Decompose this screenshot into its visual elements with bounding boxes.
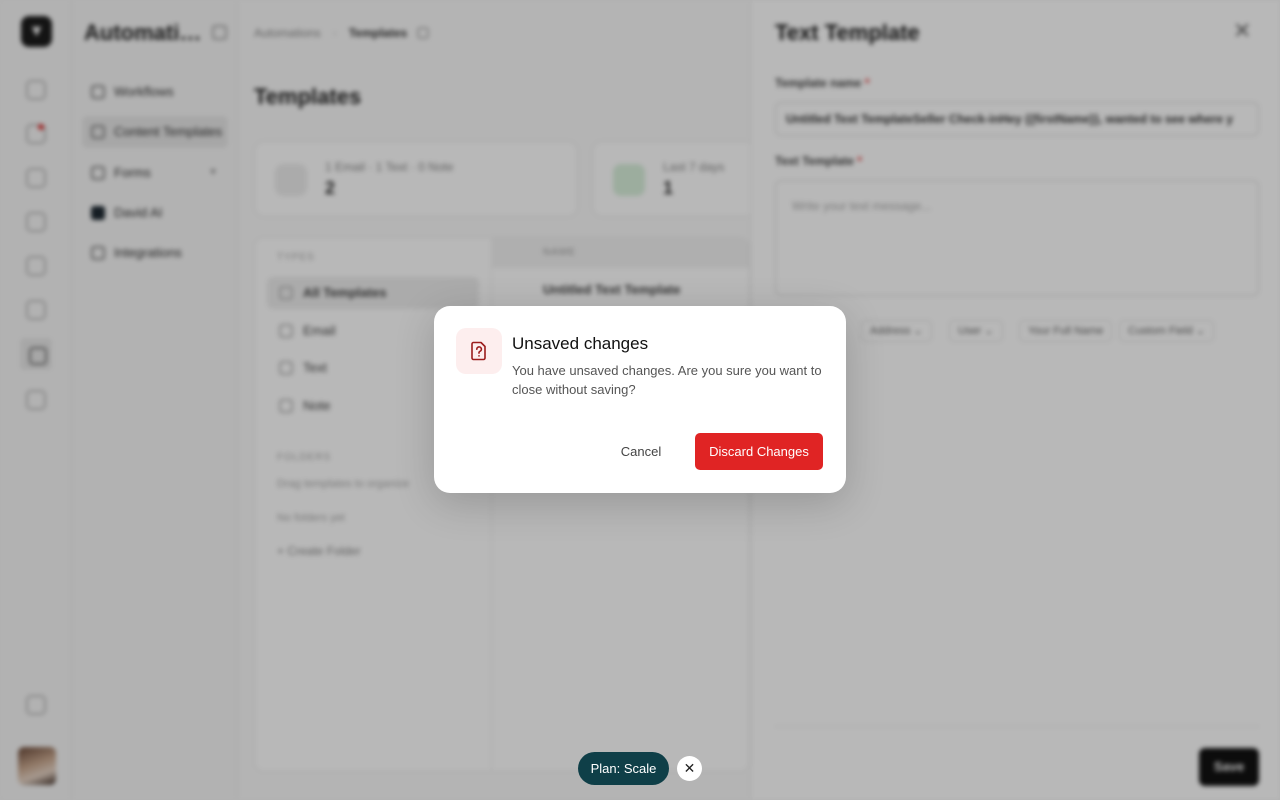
dialog-message: You have unsaved changes. Are you sure y… [512,363,822,397]
cancel-button[interactable]: Cancel [602,433,680,470]
dialog-title: Unsaved changes [512,334,649,353]
plan-badge[interactable]: Plan: Scale [578,752,669,785]
file-question-icon [456,328,502,374]
discard-changes-button[interactable]: Discard Changes [695,433,823,470]
unsaved-changes-dialog: Unsaved changes You have unsaved changes… [434,306,846,493]
close-icon[interactable]: ✕ [677,756,702,781]
